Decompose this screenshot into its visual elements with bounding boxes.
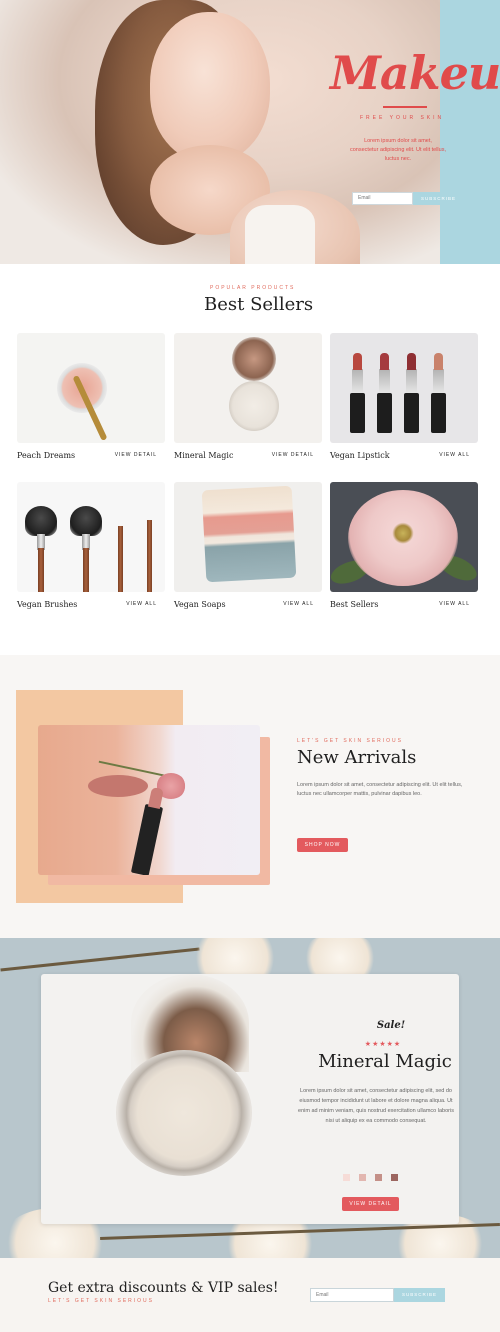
product-card-vegan-soaps[interactable]: Vegan Soaps VIEW ALL bbox=[174, 482, 322, 609]
arrivals-eyebrow: LET'S GET SKIN SERIOUS bbox=[297, 738, 403, 744]
sale-label: Sale! bbox=[376, 1020, 406, 1031]
swatch-2[interactable] bbox=[359, 1174, 366, 1181]
product-photo-flower bbox=[348, 490, 458, 586]
featured-product-description: Lorem ipsum dolor sit amet, consectetur … bbox=[298, 1088, 454, 1124]
cta-subscribe-button[interactable]: SUBSCRIBE bbox=[394, 1288, 445, 1302]
product-card-peach-dreams[interactable]: Peach Dreams VIEW DETAIL bbox=[17, 333, 165, 460]
hero-photo-top bbox=[245, 205, 315, 264]
hero-tagline: FREE YOUR SKIN bbox=[360, 115, 445, 121]
view-all-link[interactable]: VIEW ALL bbox=[126, 601, 157, 607]
product-photo-brush-handle bbox=[118, 526, 123, 592]
product-photo-compact-mirror bbox=[232, 337, 276, 381]
site-logo[interactable]: Makeup bbox=[330, 46, 500, 100]
product-card-vegan-lipstick[interactable]: Vegan Lipstick VIEW ALL bbox=[330, 333, 478, 460]
view-detail-link[interactable]: VIEW DETAIL bbox=[272, 452, 314, 458]
hero-blue-panel bbox=[440, 0, 500, 264]
product-name[interactable]: Mineral Magic bbox=[174, 451, 233, 460]
compact-powder-image bbox=[116, 1050, 252, 1176]
product-photo-lipstick bbox=[377, 353, 392, 433]
best-sellers-eyebrow: POPULAR PRODUCTS bbox=[210, 285, 296, 291]
hero-photo-face bbox=[150, 12, 270, 162]
swatch-1[interactable] bbox=[343, 1174, 350, 1181]
best-sellers-title: Best Sellers bbox=[204, 294, 314, 315]
featured-product-section: Sale! ★★★★★ Mineral Magic Lorem ipsum do… bbox=[0, 938, 500, 1258]
featured-product-card: Sale! ★★★★★ Mineral Magic Lorem ipsum do… bbox=[41, 974, 459, 1224]
hero-description: Lorem ipsum dolor sit amet, consectetur … bbox=[350, 138, 446, 162]
product-card-best-sellers[interactable]: Best Sellers VIEW ALL bbox=[330, 482, 478, 609]
logo-underline bbox=[383, 106, 427, 108]
product-card-vegan-brushes[interactable]: Vegan Brushes VIEW ALL bbox=[17, 482, 165, 609]
color-swatches bbox=[343, 1174, 398, 1181]
product-photo-compact-powder bbox=[229, 381, 279, 431]
product-photo-brush-handle bbox=[147, 520, 152, 592]
cta-title: Get extra discounts & VIP sales! bbox=[48, 1280, 279, 1296]
cta-email-input[interactable]: Email bbox=[310, 1288, 394, 1302]
newsletter-cta: Get extra discounts & VIP sales! LET'S G… bbox=[0, 1258, 500, 1332]
product-name[interactable]: Best Sellers bbox=[330, 600, 378, 609]
product-photo-brush-bristles bbox=[70, 506, 102, 536]
product-name[interactable]: Vegan Soaps bbox=[174, 600, 226, 609]
featured-product-title: Mineral Magic bbox=[318, 1051, 452, 1072]
arrivals-photo-lips bbox=[88, 775, 148, 797]
swatch-3[interactable] bbox=[375, 1174, 382, 1181]
product-name[interactable]: Vegan Lipstick bbox=[330, 451, 390, 460]
product-image-best-sellers[interactable] bbox=[330, 482, 478, 592]
product-image-mineral-magic[interactable] bbox=[174, 333, 322, 443]
product-name[interactable]: Vegan Brushes bbox=[17, 600, 77, 609]
view-detail-link[interactable]: VIEW DETAIL bbox=[115, 452, 157, 458]
feature-bg-branch bbox=[0, 947, 200, 972]
hero-subscribe-button[interactable]: SUBSCRIBE bbox=[413, 192, 464, 205]
view-detail-button[interactable]: VIEW DETAIL bbox=[342, 1197, 399, 1211]
product-photo-brush-handle bbox=[83, 548, 89, 592]
product-image-vegan-lipstick[interactable] bbox=[330, 333, 478, 443]
cta-subscribe-form: Email SUBSCRIBE bbox=[310, 1288, 445, 1302]
view-all-link[interactable]: VIEW ALL bbox=[439, 452, 470, 458]
view-all-link[interactable]: VIEW ALL bbox=[439, 601, 470, 607]
hero-subscribe-form: Email SUBSCRIBE bbox=[352, 192, 464, 205]
product-card-mineral-magic[interactable]: Mineral Magic VIEW DETAIL bbox=[174, 333, 322, 460]
shop-now-button[interactable]: SHOP NOW bbox=[297, 838, 348, 852]
new-arrivals-section: LET'S GET SKIN SERIOUS New Arrivals Lore… bbox=[0, 655, 500, 938]
swatch-4[interactable] bbox=[391, 1174, 398, 1181]
product-photo-brush-bristles bbox=[25, 506, 57, 536]
hero-email-input[interactable]: Email bbox=[352, 192, 413, 205]
view-all-link[interactable]: VIEW ALL bbox=[283, 601, 314, 607]
hero-model-photo bbox=[0, 0, 440, 264]
arrivals-lipstick-photo bbox=[38, 725, 260, 875]
product-photo-lipstick bbox=[350, 353, 365, 433]
product-photo-soap-bar bbox=[201, 485, 297, 583]
arrivals-description: Lorem ipsum dolor sit amet, consectetur … bbox=[297, 782, 463, 797]
product-photo-brush-handle bbox=[38, 548, 44, 592]
arrivals-title: New Arrivals bbox=[297, 747, 417, 768]
arrivals-photo-lipstick bbox=[130, 803, 164, 875]
product-photo-lipstick bbox=[431, 353, 446, 433]
product-name[interactable]: Peach Dreams bbox=[17, 451, 75, 460]
product-photo-lipstick bbox=[404, 353, 419, 433]
product-image-vegan-brushes[interactable] bbox=[17, 482, 165, 592]
cta-eyebrow: LET'S GET SKIN SERIOUS bbox=[48, 1298, 154, 1304]
hero-section: Makeup FREE YOUR SKIN Lorem ipsum dolor … bbox=[0, 0, 500, 264]
product-image-vegan-soaps[interactable] bbox=[174, 482, 322, 592]
product-image-peach-dreams[interactable] bbox=[17, 333, 165, 443]
rating-stars: ★★★★★ bbox=[364, 1041, 402, 1048]
